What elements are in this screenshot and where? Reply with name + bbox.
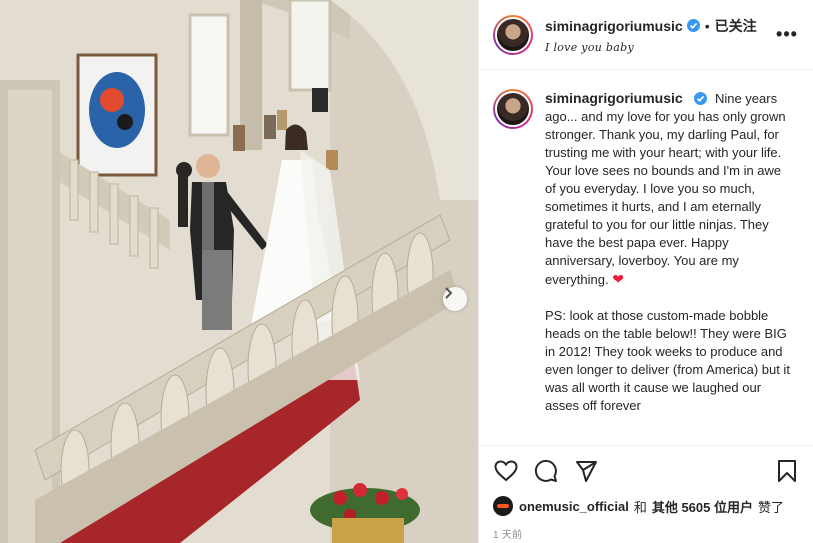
verified-badge-icon [686,19,700,32]
post-header: siminagrigoriumusic • 已关注 I love you bab… [479,0,813,70]
follow-state-button[interactable]: 已关注 [715,16,757,36]
author-avatar[interactable] [493,14,533,55]
caption-username[interactable]: siminagrigoriumusic [545,90,683,106]
separator-dot: • [704,17,710,34]
chevron-right-icon [445,287,453,299]
next-photo-button[interactable] [443,287,467,311]
heart-icon [494,460,518,482]
liked-by-suffix: 赞了 [757,499,784,515]
post-side-panel: siminagrigoriumusic • 已关注 I love you bab… [478,0,813,543]
caption-author-avatar[interactable] [493,89,533,129]
like-button[interactable] [493,458,519,484]
more-options-icon[interactable]: ••• [775,24,799,45]
post-timestamp[interactable]: 1 天前 [493,526,800,541]
caption-text: siminagrigoriumusic Nine years ago... an… [545,89,795,444]
bookmark-icon [778,460,796,482]
post-subtitle: I love you baby [545,40,634,54]
liker-avatar[interactable] [493,496,513,516]
share-icon [576,461,597,482]
comment-icon [534,459,557,482]
liker-username[interactable]: onemusic_official [519,499,629,514]
verified-badge-icon [694,92,708,105]
save-button[interactable] [774,458,800,484]
liked-by-others[interactable]: 其他 5605 位用户 [652,497,753,516]
caption-area: siminagrigoriumusic Nine years ago... an… [479,71,813,444]
red-heart-emoji: ❤ [612,271,624,287]
liked-by: onemusic_official 和 其他 5605 位用户 赞了 [493,496,800,516]
author-username[interactable]: siminagrigoriumusic [545,18,683,34]
caption-ps: PS: look at those custom-made bobble hea… [545,308,790,413]
post-photo[interactable] [0,0,478,543]
liked-by-and: 和 [633,499,647,515]
wedding-staircase-photo [0,0,478,543]
comment-button[interactable] [533,458,559,484]
share-button[interactable] [573,458,599,484]
caption-body: Nine years ago... and my love for you ha… [545,91,786,287]
post-actions: onemusic_official 和 其他 5605 位用户 赞了 1 天前 [479,445,813,541]
